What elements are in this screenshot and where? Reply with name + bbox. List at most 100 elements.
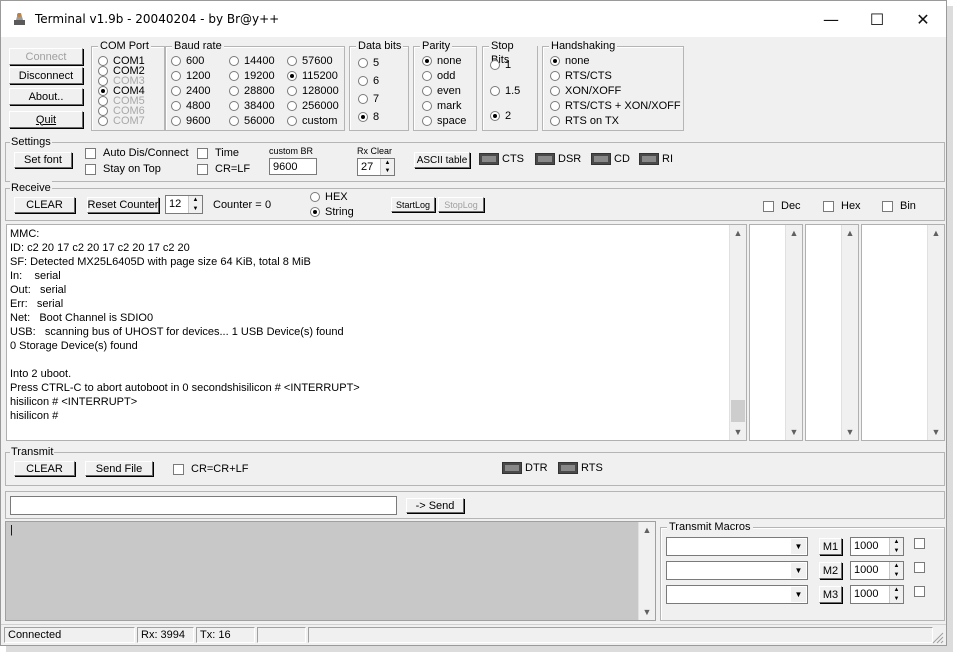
data-bits-radio-6[interactable]: 6: [358, 75, 379, 87]
baud-rate-radio-custom[interactable]: custom: [287, 115, 337, 127]
about-button[interactable]: About..: [9, 88, 83, 105]
baud-rate-radio-1200[interactable]: 1200: [171, 70, 210, 82]
stop-bits-radio-1-5[interactable]: 1.5: [490, 85, 520, 97]
data-bits-radio-5[interactable]: 5: [358, 57, 379, 69]
handshaking-radio-rts-cts-xon-xoff[interactable]: RTS/CTS + XON/XOFF: [550, 100, 681, 112]
dtr-led-icon[interactable]: [502, 462, 522, 474]
data-bits-radio-7[interactable]: 7: [358, 93, 379, 105]
bin-view[interactable]: ▲ ▼: [861, 224, 945, 441]
macro-repeat-box[interactable]: [914, 586, 925, 597]
counter-spin-buttons[interactable]: ▲ ▼: [188, 196, 202, 213]
baud-rate-radio-115200[interactable]: 115200: [287, 70, 338, 82]
radio-circle-icon[interactable]: [229, 86, 239, 96]
scroll-down-icon[interactable]: ▼: [730, 424, 746, 440]
rx-clear-spin-buttons[interactable]: ▲ ▼: [380, 159, 394, 175]
radio-circle-icon[interactable]: [490, 86, 500, 96]
resize-grip-icon[interactable]: [932, 632, 944, 644]
reset-counter-button[interactable]: Reset Counter: [87, 197, 159, 213]
radio-circle-icon[interactable]: [422, 56, 432, 66]
receive-scrollbar[interactable]: ▲ ▼: [729, 225, 746, 440]
counter-spinner[interactable]: 12 ▲ ▼: [165, 195, 203, 214]
macro-spin-buttons[interactable]: ▲ ▼: [889, 562, 903, 579]
scroll-up-icon[interactable]: ▲: [842, 225, 858, 241]
dropdown-arrow-icon[interactable]: ▼: [791, 539, 806, 554]
cr-lf-checkbox[interactable]: CR=LF: [197, 163, 250, 175]
bin-box[interactable]: [882, 200, 893, 212]
radio-circle-icon[interactable]: [171, 56, 181, 66]
parity-radio-odd[interactable]: odd: [422, 70, 455, 82]
close-button[interactable]: ✕: [900, 1, 946, 37]
connect-button[interactable]: Connect: [9, 48, 83, 65]
radio-circle-icon[interactable]: [550, 71, 560, 81]
scroll-down-icon[interactable]: ▼: [842, 424, 858, 440]
radio-circle-icon[interactable]: [358, 112, 368, 122]
macro-button-1[interactable]: M1: [819, 538, 842, 555]
macro-interval-spinner-1[interactable]: 1000 ▲ ▼: [850, 537, 904, 556]
radio-circle-icon[interactable]: [287, 86, 297, 96]
macro-spin-buttons[interactable]: ▲ ▼: [889, 538, 903, 555]
scroll-up-icon[interactable]: ▲: [928, 225, 944, 241]
receive-textarea[interactable]: MMC: ID: c2 20 17 c2 20 17 c2 20 17 c2 20…: [6, 224, 747, 441]
radio-circle-icon[interactable]: [287, 56, 297, 66]
send-file-button[interactable]: Send File: [85, 461, 153, 476]
radio-circle-icon[interactable]: [422, 101, 432, 111]
macro-combo-3[interactable]: ▼: [666, 585, 808, 604]
spin-down-icon[interactable]: ▼: [894, 548, 900, 554]
transmit-scrollbar[interactable]: ▲ ▼: [638, 522, 655, 620]
dropdown-arrow-icon[interactable]: ▼: [791, 587, 806, 602]
radio-circle-icon[interactable]: [358, 76, 368, 86]
scroll-up-icon[interactable]: ▲: [639, 522, 655, 538]
baud-rate-radio-600[interactable]: 600: [171, 55, 204, 67]
radio-circle-icon[interactable]: [171, 86, 181, 96]
macro-button-3[interactable]: M3: [819, 586, 842, 603]
radio-circle-icon[interactable]: [229, 101, 239, 111]
stop-bits-radio-1[interactable]: 1: [490, 59, 511, 71]
minimize-button[interactable]: —: [808, 1, 854, 37]
scroll-up-icon[interactable]: ▲: [786, 225, 802, 241]
cr-lf-box[interactable]: [197, 163, 208, 175]
radio-circle-icon[interactable]: [422, 71, 432, 81]
scroll-up-icon[interactable]: ▲: [730, 225, 746, 241]
macro-interval-spinner-3[interactable]: 1000 ▲ ▼: [850, 585, 904, 604]
stay-on-top-checkbox[interactable]: Stay on Top: [85, 163, 161, 175]
handshaking-radio-xon-xoff[interactable]: XON/XOFF: [550, 85, 621, 97]
handshaking-radio-rts-on-tx[interactable]: RTS on TX: [550, 115, 619, 127]
baud-rate-radio-2400[interactable]: 2400: [171, 85, 210, 97]
parity-radio-none[interactable]: none: [422, 55, 461, 67]
set-font-button[interactable]: Set font: [14, 152, 72, 168]
bin-scrollbar[interactable]: ▲ ▼: [927, 225, 944, 440]
stay-on-top-box[interactable]: [85, 163, 96, 175]
spin-down-icon[interactable]: ▼: [894, 572, 900, 578]
radio-circle-icon[interactable]: [171, 116, 181, 126]
send-button[interactable]: -> Send: [406, 498, 464, 513]
data-bits-radio-8[interactable]: 8: [358, 111, 379, 123]
baud-rate-radio-56000[interactable]: 56000: [229, 115, 275, 127]
radio-circle-icon[interactable]: [358, 94, 368, 104]
radio-circle-icon[interactable]: [229, 116, 239, 126]
radio-circle-icon[interactable]: [287, 116, 297, 126]
scroll-down-icon[interactable]: ▼: [928, 424, 944, 440]
radio-circle-icon[interactable]: [550, 56, 560, 66]
stop-bits-radio-2[interactable]: 2: [490, 110, 511, 122]
radio-circle-icon[interactable]: [550, 116, 560, 126]
macro-repeat-checkbox-1[interactable]: [914, 538, 932, 549]
transmit-input[interactable]: [10, 496, 397, 515]
radio-circle-icon[interactable]: [550, 101, 560, 111]
radio-circle-icon[interactable]: [171, 71, 181, 81]
spin-up-icon[interactable]: ▲: [385, 160, 391, 166]
radio-circle-icon[interactable]: [287, 71, 297, 81]
com-port-radio-com7[interactable]: COM7: [98, 115, 145, 127]
spin-up-icon[interactable]: ▲: [894, 539, 900, 545]
transmit-textarea[interactable]: | ▲ ▼: [5, 521, 656, 621]
baud-rate-radio-28800[interactable]: 28800: [229, 85, 275, 97]
radio-circle-icon[interactable]: [98, 116, 108, 126]
macro-repeat-box[interactable]: [914, 562, 925, 573]
radio-circle-icon[interactable]: [422, 86, 432, 96]
baud-rate-radio-19200[interactable]: 19200: [229, 70, 275, 82]
maximize-button[interactable]: ☐: [854, 1, 900, 37]
macro-repeat-checkbox-2[interactable]: [914, 562, 932, 573]
rts-led-icon[interactable]: [558, 462, 578, 474]
radio-circle-icon[interactable]: [422, 116, 432, 126]
spin-up-icon[interactable]: ▲: [193, 197, 199, 203]
macro-combo-1[interactable]: ▼: [666, 537, 808, 556]
